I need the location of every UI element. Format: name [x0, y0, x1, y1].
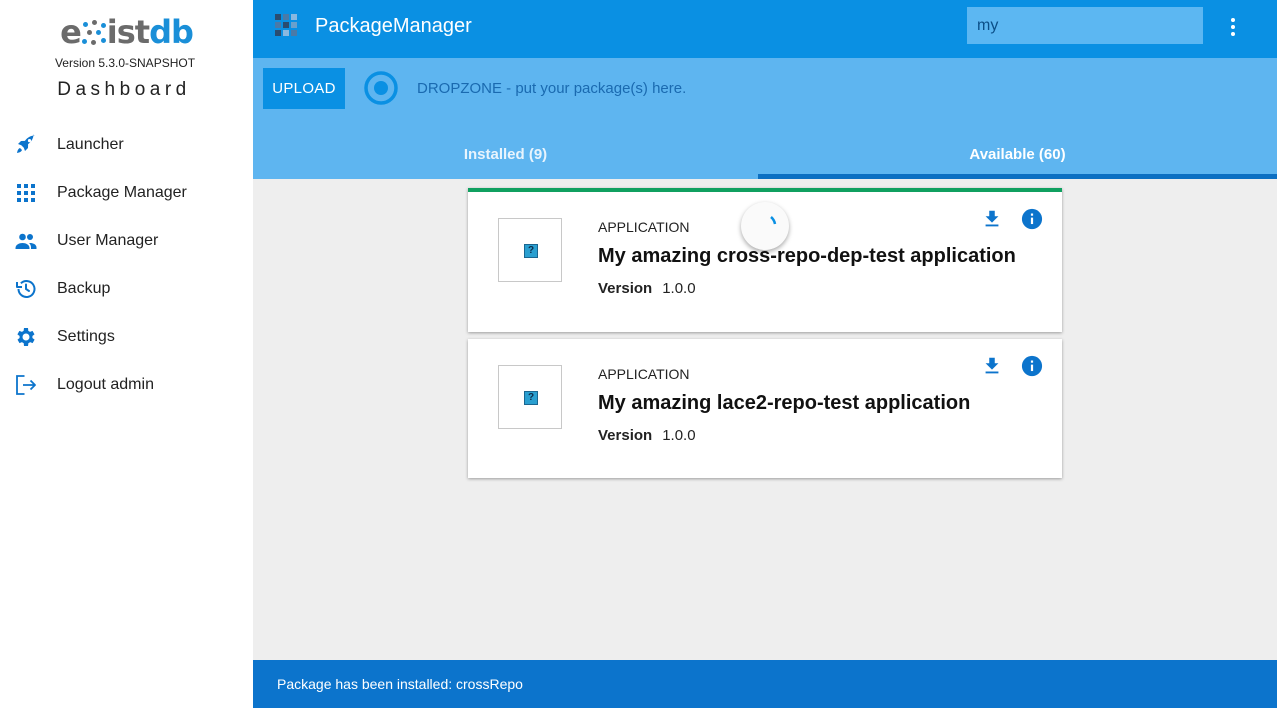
dropzone-text[interactable]: DROPZONE - put your package(s) here.	[417, 80, 686, 97]
people-icon	[14, 229, 38, 253]
version-value: 1.0.0	[662, 280, 696, 297]
nav-item-backup[interactable]: Backup	[0, 269, 253, 309]
package-icon: ?	[498, 365, 562, 429]
history-icon	[14, 277, 38, 301]
package-card[interactable]: ? APPLICATION My amazing lace2-repo-test…	[468, 339, 1062, 478]
nav-label-backup: Backup	[57, 280, 111, 297]
download-icon[interactable]	[981, 208, 1003, 230]
broken-image-icon: ?	[524, 391, 538, 405]
nav-label-package-manager: Package Manager	[57, 184, 187, 201]
package-version: Version 1.0.0	[598, 280, 696, 297]
package-icon: ?	[498, 218, 562, 282]
package-list: ? APPLICATION My amazing cross-repo-dep-…	[253, 179, 1277, 491]
version-value: 1.0.0	[662, 427, 696, 444]
toast-message: Package has been installed: crossRepo	[277, 676, 523, 692]
app-bar: PackageManager	[253, 0, 1277, 58]
sidebar: e istdb Version 5.3.0-SNAPSHOT Dashboard…	[0, 0, 253, 708]
package-title: My amazing lace2-repo-test application	[598, 392, 971, 414]
nav-item-launcher[interactable]: Launcher	[0, 125, 253, 165]
version-text: Version 5.3.0-SNAPSHOT	[54, 56, 196, 70]
dropzone-target-icon[interactable]	[363, 70, 399, 106]
download-icon[interactable]	[981, 355, 1003, 377]
nav-label-launcher: Launcher	[57, 136, 124, 153]
package-card[interactable]: ? APPLICATION My amazing cross-repo-dep-…	[468, 188, 1062, 332]
rocket-icon	[14, 133, 38, 157]
version-label: Version	[598, 427, 653, 444]
upload-button[interactable]: UPLOAD	[263, 68, 345, 109]
version-label: Version	[598, 280, 653, 297]
package-manager-logo-icon	[275, 14, 299, 38]
tab-bar: Installed (9) Available (60)	[253, 130, 1277, 179]
package-version: Version 1.0.0	[598, 427, 696, 444]
app-title: PackageManager	[315, 15, 472, 37]
existdb-logo[interactable]: e istdb	[0, 14, 253, 50]
tab-available[interactable]: Available (60)	[758, 130, 1277, 179]
logo-x-dots-icon	[81, 20, 107, 46]
dashboard-title: Dashboard	[57, 79, 191, 100]
gear-icon	[14, 325, 38, 349]
toast-notification: Package has been installed: crossRepo	[253, 660, 1277, 708]
package-title: My amazing cross-repo-dep-test applicati…	[598, 245, 1016, 267]
nav-label-logout: Logout admin	[57, 376, 154, 393]
loading-spinner-icon	[741, 202, 789, 250]
package-type: APPLICATION	[598, 219, 690, 235]
nav-label-settings: Settings	[57, 328, 115, 345]
nav-item-user-manager[interactable]: User Manager	[0, 221, 253, 261]
nav-item-logout[interactable]: Logout admin	[0, 365, 253, 405]
info-icon[interactable]	[1021, 208, 1043, 230]
logout-icon	[14, 373, 38, 397]
nav-item-package-manager[interactable]: Package Manager	[0, 173, 253, 213]
upload-toolbar: UPLOAD DROPZONE - put your package(s) he…	[253, 58, 1277, 130]
more-vert-icon[interactable]	[1223, 15, 1243, 39]
tab-installed[interactable]: Installed (9)	[253, 130, 758, 179]
empty-area	[253, 491, 1277, 660]
apps-grid-icon	[14, 181, 38, 205]
package-type: APPLICATION	[598, 366, 690, 382]
nav-label-user-manager: User Manager	[57, 232, 159, 249]
broken-image-icon: ?	[524, 244, 538, 258]
nav-item-settings[interactable]: Settings	[0, 317, 253, 357]
search-input[interactable]	[967, 7, 1203, 44]
info-icon[interactable]	[1021, 355, 1043, 377]
